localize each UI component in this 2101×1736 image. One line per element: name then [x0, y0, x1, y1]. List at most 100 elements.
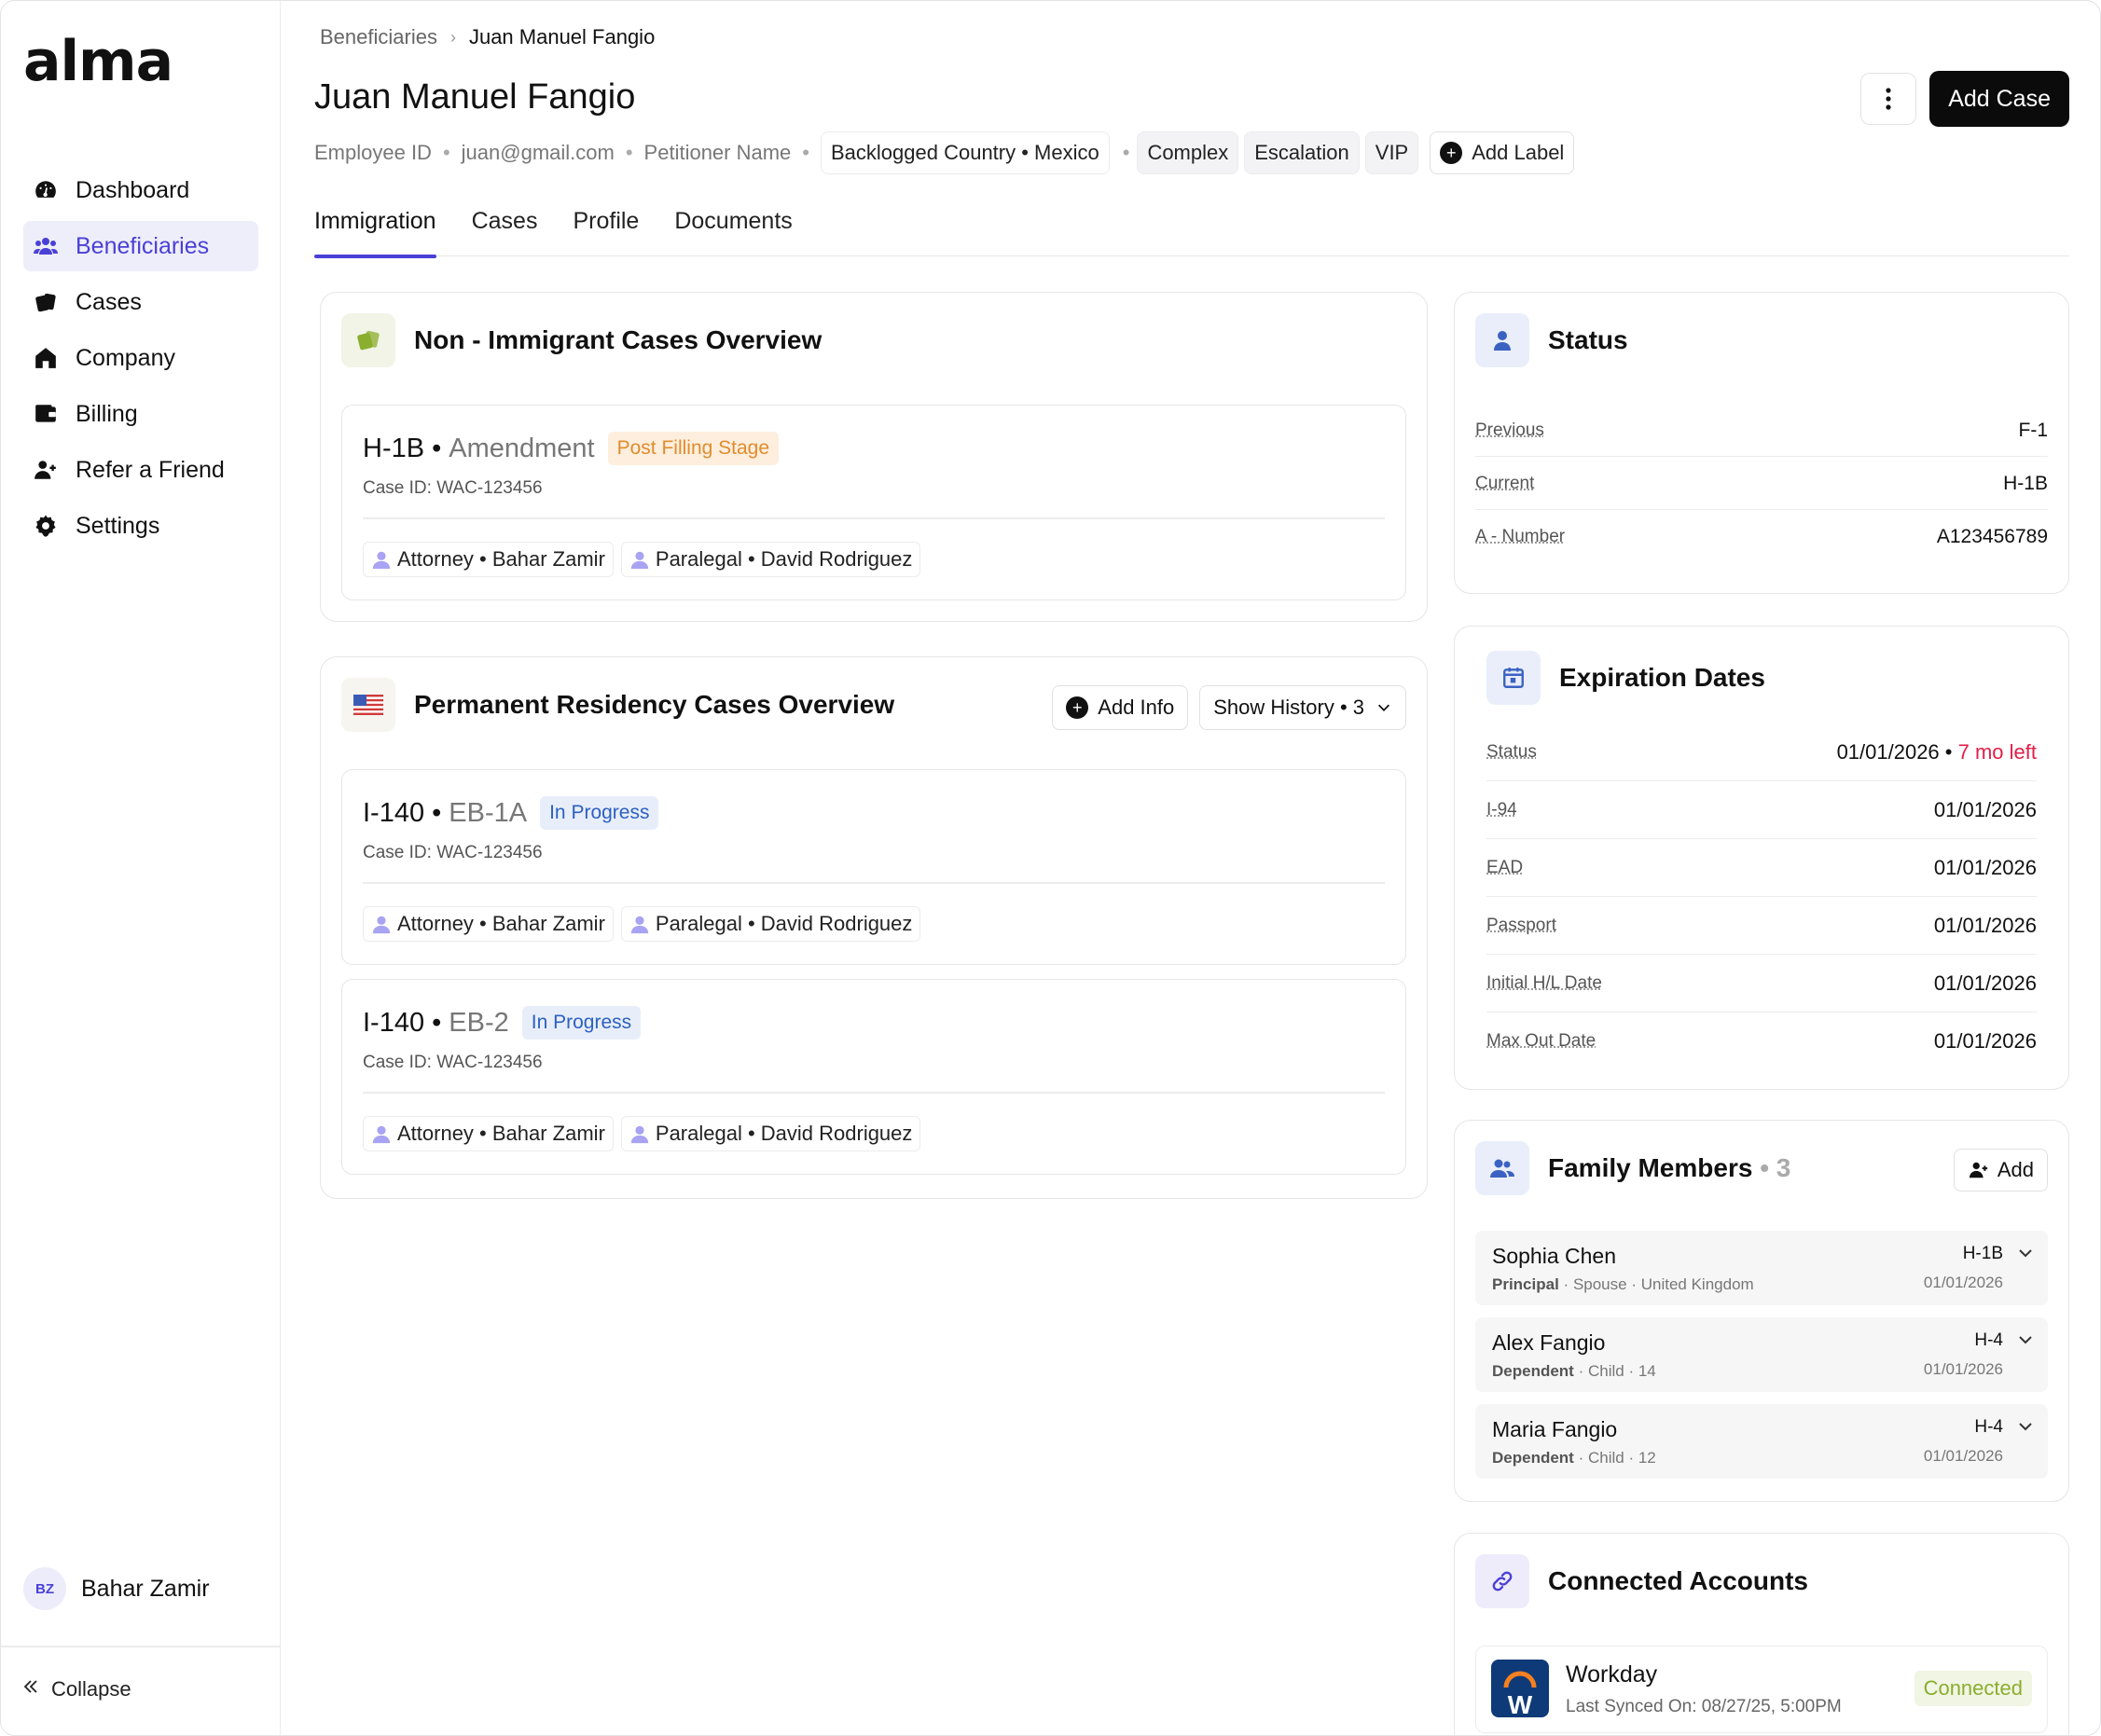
more-options-button[interactable]	[1860, 73, 1917, 125]
add-family-member-button[interactable]: Add	[1953, 1149, 2048, 1192]
paralegal-chip[interactable]: Paralegal • David Rodriguez	[620, 906, 921, 942]
tab-profile[interactable]: Profile	[573, 208, 639, 256]
chevron-down-icon[interactable]	[2016, 1330, 2035, 1349]
attorney-chip[interactable]: Attorney • Bahar Zamir	[363, 1116, 614, 1151]
member-extra: United Kingdom	[1640, 1275, 1754, 1293]
sidebar-item-cases[interactable]: Cases	[23, 277, 258, 327]
user-icon	[1475, 313, 1529, 367]
expiration-label: Max Out Date	[1486, 1031, 1596, 1051]
status-value: F-1	[2018, 419, 2049, 441]
avatar: BZ	[23, 1567, 66, 1610]
sidebar-item-billing[interactable]: Billing	[23, 389, 258, 439]
case-item[interactable]: I-140 • EB-2 In Progress Case ID: WAC-12…	[341, 979, 1406, 1175]
sidebar-item-label: Company	[76, 344, 175, 371]
expiration-value: 01/01/2026	[1933, 913, 2037, 937]
paralegal-label: Paralegal • David Rodriguez	[655, 547, 913, 571]
card-header: Family Members • 3	[1475, 1141, 1790, 1195]
member-role: Principal	[1492, 1275, 1559, 1293]
paralegal-chip[interactable]: Paralegal • David Rodriguez	[620, 1116, 921, 1151]
case-team: Attorney • Bahar Zamir Paralegal • David…	[363, 1116, 928, 1151]
divider	[363, 517, 1385, 519]
divider	[363, 1092, 1385, 1094]
status-date: 01/01/2026	[1836, 739, 1940, 764]
card-title: Expiration Dates	[1559, 663, 1765, 692]
status-badge: Post Filling Stage	[607, 432, 780, 465]
account-synced: Last Synced On: 08/27/25, 5:00PM	[1566, 1697, 1842, 1716]
tab-immigration[interactable]: Immigration	[314, 208, 436, 258]
case-type: I-140 • EB-2 In Progress	[363, 1006, 642, 1040]
case-id: Case ID: WAC-123456	[363, 478, 543, 498]
member-name: Alex Fangio	[1492, 1330, 1606, 1355]
member-role: Dependent	[1492, 1362, 1574, 1380]
case-visa: I-140	[363, 1007, 425, 1038]
separator-dot: ·	[1578, 1362, 1588, 1380]
tab-cases[interactable]: Cases	[472, 208, 538, 256]
user-avatar-icon	[630, 1125, 649, 1144]
card-title: Connected Accounts	[1548, 1566, 1808, 1595]
member-visa: H-4	[1974, 1417, 2003, 1437]
expiration-label: I-94	[1486, 799, 1517, 820]
add-label-button[interactable]: + Add Label	[1430, 131, 1575, 174]
attorney-chip[interactable]: Attorney • Bahar Zamir	[363, 906, 614, 942]
sidebar-item-company[interactable]: Company	[23, 333, 258, 383]
add-info-button[interactable]: + Add Info	[1052, 685, 1189, 730]
show-history-label: Show History • 3	[1213, 696, 1364, 719]
cases-icon	[33, 289, 59, 315]
sidebar-item-dashboard[interactable]: Dashboard	[23, 165, 258, 215]
cash-icon	[341, 313, 395, 367]
petitioner-name: Petitioner Name	[643, 141, 792, 164]
expiration-dates-card: Expiration Dates Status 01/01/2026 • 7 m…	[1454, 626, 2069, 1090]
member-details: Dependent · Child · 14	[1492, 1362, 1656, 1381]
non-immigrant-card: Non - Immigrant Cases Overview H-1B • Am…	[320, 292, 1428, 622]
case-visa: H-1B	[363, 433, 425, 463]
page-title: Juan Manuel Fangio	[314, 77, 636, 117]
connection-status-badge: Connected	[1914, 1671, 2032, 1706]
sidebar: alma Dashboard Beneficiaries Cases Compa…	[1, 1, 281, 1735]
show-history-button[interactable]: Show History • 3	[1199, 685, 1406, 730]
collapse-button[interactable]: Collapse	[21, 1677, 131, 1702]
chevron-down-icon[interactable]	[2016, 1417, 2035, 1436]
app-logo[interactable]: alma	[23, 29, 173, 94]
expiration-label: Status	[1486, 741, 1537, 762]
family-member-row[interactable]: Alex Fangio Dependent · Child · 14 H-4 0…	[1475, 1317, 2048, 1392]
tab-documents[interactable]: Documents	[674, 208, 792, 256]
expiration-value: 01/01/2026	[1933, 1029, 2037, 1053]
breadcrumb-parent[interactable]: Beneficiaries	[320, 25, 437, 49]
user-avatar-icon	[630, 916, 649, 934]
case-id: Case ID: WAC-123456	[363, 1053, 543, 1072]
label-chip-complex[interactable]: Complex	[1137, 131, 1239, 174]
family-member-row[interactable]: Sophia Chen Principal · Spouse · United …	[1475, 1231, 2048, 1305]
case-item[interactable]: I-140 • EB-1A In Progress Case ID: WAC-1…	[341, 769, 1406, 965]
sidebar-item-settings[interactable]: Settings	[23, 501, 258, 551]
separator-dot: •	[432, 797, 442, 828]
label-chip-escalation[interactable]: Escalation	[1244, 131, 1360, 174]
attorney-chip[interactable]: Attorney • Bahar Zamir	[363, 542, 614, 577]
label-chip-vip[interactable]: VIP	[1364, 131, 1419, 174]
member-visa: H-4	[1974, 1330, 2003, 1350]
family-members-card: Family Members • 3 Add Sophia Chen Princ…	[1454, 1120, 2069, 1502]
chevron-down-icon[interactable]	[2016, 1244, 2035, 1262]
status-row-previous: Previous F-1	[1475, 405, 2048, 457]
sidebar-item-label: Beneficiaries	[76, 232, 210, 259]
member-name: Sophia Chen	[1492, 1244, 1616, 1268]
case-item[interactable]: H-1B • Amendment Post Filling Stage Case…	[341, 405, 1406, 600]
paralegal-chip[interactable]: Paralegal • David Rodriguez	[620, 542, 921, 577]
sidebar-item-beneficiaries[interactable]: Beneficiaries	[23, 221, 258, 271]
add-case-button[interactable]: Add Case	[1929, 71, 2069, 127]
email[interactable]: juan@gmail.com	[462, 141, 615, 165]
chevron-right-icon: ›	[449, 27, 456, 47]
separator-dot: ·	[1563, 1275, 1573, 1293]
more-vertical-icon	[1886, 88, 1891, 110]
sidebar-user[interactable]: BZ Bahar Zamir	[23, 1567, 210, 1610]
card-header: Expiration Dates	[1486, 651, 1765, 705]
expiration-label: Initial H/L Date	[1486, 972, 1602, 993]
sidebar-item-label: Refer a Friend	[76, 456, 225, 483]
family-member-row[interactable]: Maria Fangio Dependent · Child · 12 H-4 …	[1475, 1404, 2048, 1479]
member-visa: H-1B	[1962, 1244, 2003, 1263]
sidebar-item-refer[interactable]: Refer a Friend	[23, 445, 258, 495]
member-details: Principal · Spouse · United Kingdom	[1492, 1275, 1754, 1294]
us-flag-icon	[341, 678, 395, 732]
chevrons-left-icon	[21, 1677, 40, 1702]
separator-dot: ·	[1631, 1275, 1641, 1293]
connected-account-row[interactable]: W Workday Last Synced On: 08/27/25, 5:00…	[1475, 1646, 2048, 1733]
